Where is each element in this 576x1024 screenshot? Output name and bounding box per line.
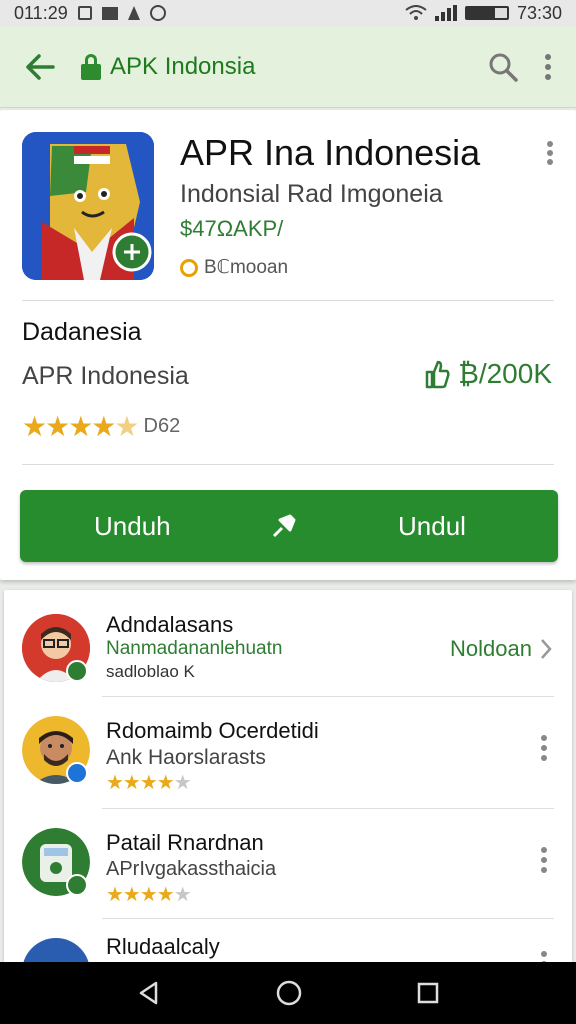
verified-badge-icon: [66, 660, 88, 682]
list-item-subtitle: APrIvgakassthaicia: [106, 858, 277, 880]
app-icon[interactable]: [22, 132, 154, 280]
developer-name[interactable]: APR Indonesia: [22, 362, 189, 391]
app-details-card: APR Ina Indonesia Indonsial Rad Imgoneia…: [0, 110, 576, 580]
status-time-right: 73:30: [516, 2, 562, 23]
app-bar: APK Indonsia: [0, 26, 576, 108]
back-arrow-icon: [26, 53, 55, 80]
rating-stars: ★★★★★: [22, 411, 140, 442]
app-subtitle: Indonsial Rad Imgoneia: [180, 180, 443, 208]
list-item-name: Adndalasans: [106, 612, 234, 637]
back-button[interactable]: [0, 26, 80, 108]
download-count-label: ₿/200K: [458, 358, 552, 389]
divider: [102, 808, 554, 809]
list-item-stars: ★★★★★: [106, 772, 192, 794]
list-item-subtitle: Nanmadananlehuatn: [106, 638, 283, 659]
editor-badge: Bℂmooan: [180, 256, 288, 279]
wifi-icon: [405, 5, 427, 20]
list-item-stars: ★★★★★: [106, 884, 192, 906]
status-right: 73:30: [405, 3, 562, 24]
notification-box-icon: [77, 6, 92, 20]
app-price: $47ΩAKP/: [180, 216, 284, 241]
list-item-meta: sadloblao K: [106, 662, 195, 681]
install-button[interactable]: Unduh Undul: [20, 490, 558, 562]
install-label: Unduh: [94, 510, 171, 541]
rating-count: D62: [143, 415, 181, 437]
list-item[interactable]: Rdomaimb Ocerdetidi Ank Haorslarasts ★★★…: [4, 704, 572, 814]
list-item-action[interactable]: Noldoan: [450, 636, 552, 662]
download-count: ₿/200K: [424, 358, 552, 390]
status-left: 011:29: [14, 3, 166, 24]
battery-icon: [464, 6, 509, 20]
search-icon[interactable]: [488, 52, 518, 82]
divider: [22, 464, 554, 465]
lock-icon: [80, 53, 102, 80]
thumbs-up-icon: [425, 360, 450, 389]
more-vert-icon[interactable]: [540, 734, 548, 762]
status-bar: 011:29 73:30: [0, 0, 576, 26]
related-apps-list: Adndalasans Nanmadananlehuatn sadloblao …: [4, 590, 572, 970]
verified-badge-icon: [66, 762, 88, 784]
app-title: APR Ina Indonesia: [180, 132, 481, 173]
list-item-name: Rdomaimb Ocerdetidi: [106, 718, 319, 743]
divider: [102, 696, 554, 697]
badge-label: Bℂmooan: [204, 257, 289, 278]
more-vert-icon[interactable]: [540, 846, 548, 874]
system-nav-bar: [0, 962, 576, 1024]
app-bar-title: APK Indonsia: [110, 52, 256, 80]
list-item[interactable]: Patail Rnardnan APrIvgakassthaicia ★★★★★: [4, 816, 572, 926]
chevron-right-icon: [541, 639, 552, 659]
more-vert-icon[interactable]: [544, 53, 552, 81]
card-more-icon[interactable]: [546, 140, 554, 166]
image-icon: [101, 6, 118, 20]
flame-icon: [127, 6, 140, 20]
signal-icon: [434, 5, 457, 21]
divider: [22, 300, 554, 301]
list-item-name: Patail Rnardnan: [106, 830, 264, 855]
badge-icon: [180, 258, 198, 277]
section-title: Dadanesia: [22, 318, 142, 346]
recents-square-icon[interactable]: [416, 981, 440, 1005]
install-label-secondary: Undul: [398, 510, 466, 541]
pin-icon: [272, 514, 296, 538]
back-triangle-icon[interactable]: [136, 980, 162, 1006]
rating-row: ★★★★★ D62: [22, 410, 180, 443]
list-item-action-label: Noldoan: [450, 636, 532, 661]
list-item[interactable]: Adndalasans Nanmadananlehuatn sadloblao …: [4, 598, 572, 708]
app-badge-icon: [66, 874, 88, 896]
divider: [102, 918, 554, 919]
app-logo-icon: [22, 132, 154, 280]
app-bar-actions: [488, 52, 576, 82]
list-item-subtitle: Ank Haorslarasts: [106, 746, 266, 769]
home-circle-icon[interactable]: [275, 979, 303, 1007]
list-item-name: Rludaalcaly: [106, 934, 220, 959]
status-time-left: 011:29: [14, 2, 68, 23]
circle-icon: [149, 5, 166, 21]
